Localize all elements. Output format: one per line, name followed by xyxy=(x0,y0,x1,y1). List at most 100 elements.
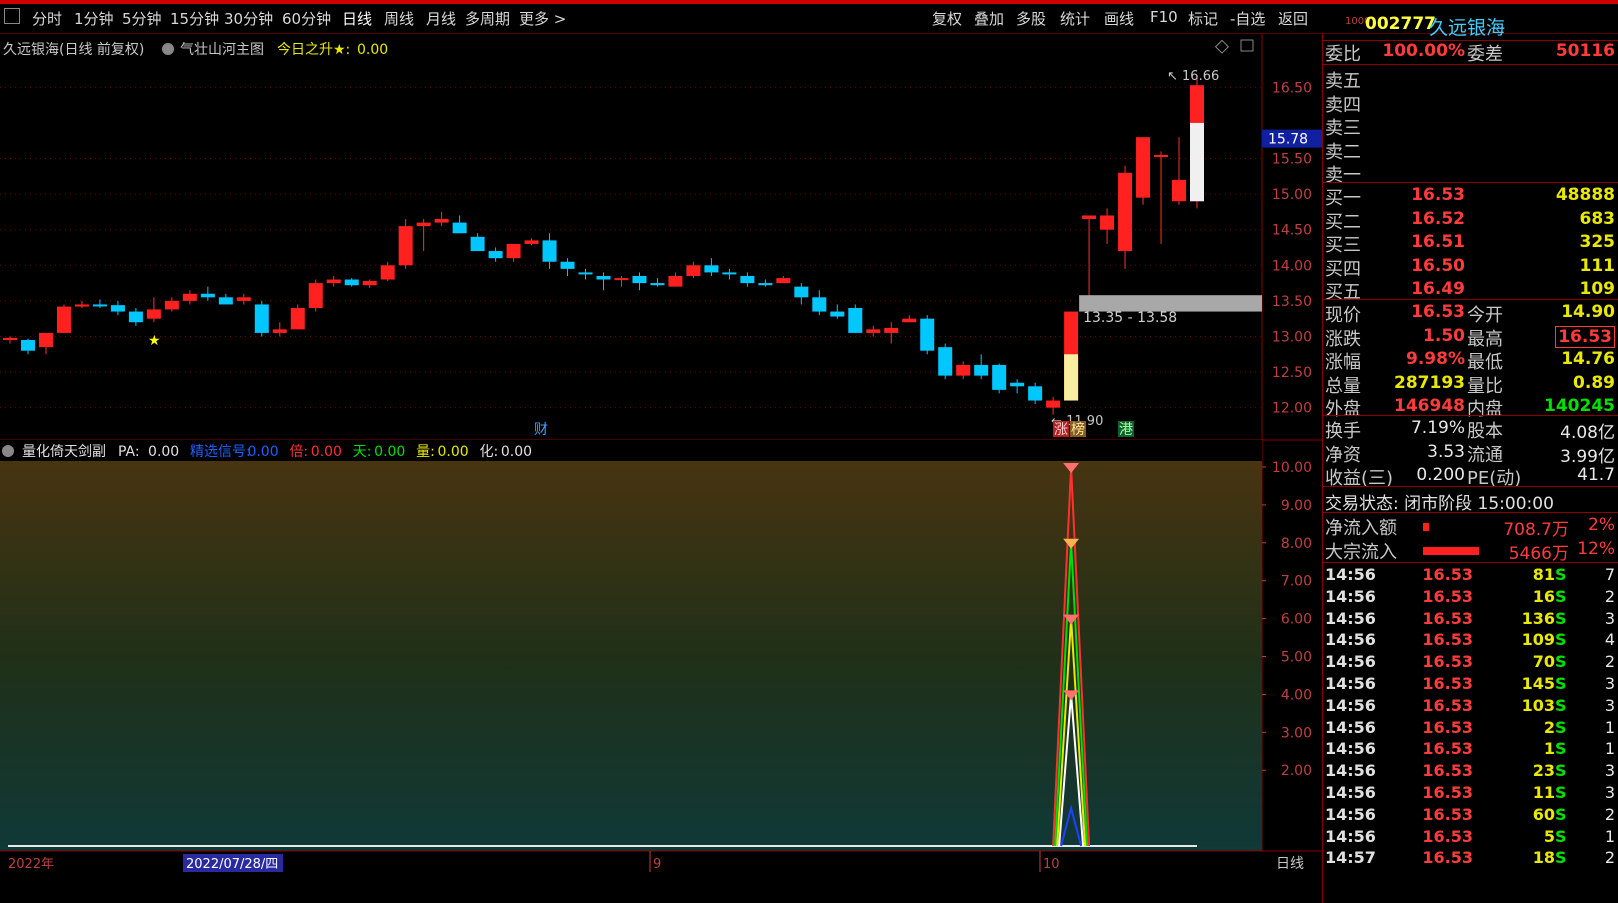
candle-body[interactable] xyxy=(56,306,71,333)
candle-body[interactable] xyxy=(668,275,683,287)
period-tab-10[interactable]: 更多 > xyxy=(519,8,566,29)
candle-body[interactable] xyxy=(488,251,503,259)
candle-body[interactable] xyxy=(110,305,125,312)
toolbar-button-5[interactable]: F10 xyxy=(1150,8,1178,26)
candle-body[interactable] xyxy=(722,272,737,275)
candle-body[interactable] xyxy=(794,286,809,298)
candle-body[interactable] xyxy=(560,261,575,269)
period-tab-2[interactable]: 5分钟 xyxy=(122,8,162,29)
panel-toggle-icon[interactable] xyxy=(4,8,20,24)
period-tab-6[interactable]: 日线 xyxy=(342,8,372,29)
candle-body[interactable] xyxy=(578,272,593,275)
candle-body[interactable] xyxy=(1136,137,1151,198)
candle-body[interactable] xyxy=(74,304,89,307)
candle-body[interactable] xyxy=(686,265,701,276)
candle-body[interactable] xyxy=(902,318,917,323)
candle-body[interactable] xyxy=(380,265,395,280)
candle-body[interactable] xyxy=(3,337,17,341)
tick-count: 2 xyxy=(1604,586,1615,606)
period-tab-1[interactable]: 1分钟 xyxy=(74,8,114,29)
candle-body[interactable] xyxy=(542,240,557,262)
toolbar-button-7[interactable]: -自选 xyxy=(1230,8,1265,29)
indicator-toggle-icon[interactable] xyxy=(162,43,174,55)
candle-body[interactable] xyxy=(290,308,305,330)
tick-volume: 81 xyxy=(1532,565,1555,584)
period-tab-7[interactable]: 周线 xyxy=(384,8,414,29)
candle-body[interactable] xyxy=(218,297,233,305)
candle-body[interactable] xyxy=(236,297,251,301)
candle-body[interactable] xyxy=(920,318,935,351)
period-tab-4[interactable]: 30分钟 xyxy=(224,8,273,29)
candle-body[interactable] xyxy=(1118,172,1133,252)
candle-body[interactable] xyxy=(308,283,323,308)
candle-body[interactable] xyxy=(632,275,647,284)
sub-y-tick-label: 10.00 xyxy=(1272,460,1312,476)
chart-area[interactable]: 16.50 15.50 15.00 14.50 14.00 13.50 13.00 12.50… xyxy=(0,34,1322,903)
candle-body[interactable] xyxy=(38,332,53,348)
candle-body[interactable] xyxy=(758,283,773,286)
candle-body[interactable] xyxy=(740,275,755,284)
candle-body[interactable] xyxy=(1082,215,1097,220)
candle-body[interactable] xyxy=(200,293,215,298)
candle-body[interactable] xyxy=(452,222,467,234)
candle-body[interactable] xyxy=(884,327,899,333)
toolbar-button-8[interactable]: 返回 xyxy=(1278,8,1308,29)
toolbar-button-0[interactable]: 复权 xyxy=(932,8,962,29)
candle-body[interactable] xyxy=(362,280,377,286)
candle-body[interactable] xyxy=(1046,400,1061,408)
candle-body[interactable] xyxy=(830,311,845,317)
sub-indicator-toggle-icon[interactable] xyxy=(2,445,14,457)
candle-body[interactable] xyxy=(128,311,143,323)
candle-body[interactable] xyxy=(470,236,485,252)
candle-body[interactable] xyxy=(506,243,521,259)
candle-body[interactable] xyxy=(866,329,881,333)
candle-body[interactable] xyxy=(1172,179,1187,202)
candle-body[interactable] xyxy=(812,297,827,312)
candle-body[interactable] xyxy=(1100,215,1115,230)
candle-body[interactable] xyxy=(704,265,719,273)
stat-value: 146948 xyxy=(1394,396,1465,416)
candle-body[interactable] xyxy=(938,347,953,376)
candle-body[interactable] xyxy=(398,226,413,266)
candle-body[interactable] xyxy=(992,364,1007,390)
candle-body[interactable] xyxy=(974,364,989,376)
candle-body[interactable] xyxy=(614,278,629,281)
sell-level-label: 卖五 xyxy=(1325,71,1361,92)
period-tab-3[interactable]: 15分钟 xyxy=(170,8,219,29)
period-tab-5[interactable]: 60分钟 xyxy=(282,8,331,29)
candle-body[interactable] xyxy=(596,275,611,280)
candle-body[interactable] xyxy=(1154,154,1169,157)
candle-body[interactable] xyxy=(92,304,107,307)
candle-body[interactable] xyxy=(776,278,791,284)
candle-body[interactable] xyxy=(1028,386,1043,401)
period-tab-0[interactable]: 分时 xyxy=(32,8,62,29)
toolbar-button-6[interactable]: 标记 xyxy=(1188,8,1218,29)
candle-body[interactable] xyxy=(416,222,431,227)
candle-body[interactable] xyxy=(1010,382,1025,387)
toolbar-button-4[interactable]: 画线 xyxy=(1104,8,1134,29)
candle-body[interactable] xyxy=(326,279,341,284)
candle-body[interactable] xyxy=(848,308,863,333)
candle-body[interactable] xyxy=(344,279,359,286)
candle-body[interactable] xyxy=(164,300,179,310)
period-tab-9[interactable]: 多周期 xyxy=(465,8,510,29)
candle-body[interactable] xyxy=(146,309,161,319)
candle-body[interactable] xyxy=(650,283,665,286)
flow-label: 大宗流入 xyxy=(1325,541,1397,563)
candle-body[interactable] xyxy=(20,340,35,351)
sub-legend-value: 0.00 xyxy=(501,444,532,460)
toolbar-button-1[interactable]: 叠加 xyxy=(974,8,1004,29)
sub-legend-label: 化: xyxy=(480,444,499,460)
sub-y-tick-label: 4.00 xyxy=(1281,687,1312,703)
candle-body[interactable] xyxy=(524,240,539,244)
candle-body[interactable] xyxy=(272,329,287,333)
toolbar-button-2[interactable]: 多股 xyxy=(1016,8,1046,29)
candle-body[interactable] xyxy=(434,219,449,223)
period-tab-8[interactable]: 月线 xyxy=(426,8,456,29)
candle-body[interactable] xyxy=(254,304,269,333)
toolbar-button-3[interactable]: 统计 xyxy=(1060,8,1090,29)
sub-legend-label: 倍: xyxy=(289,444,308,460)
candle-body[interactable] xyxy=(956,364,971,376)
candle-body[interactable] xyxy=(182,293,197,301)
tick-row: 14:56 16.53 60 S 2 xyxy=(1323,805,1618,829)
